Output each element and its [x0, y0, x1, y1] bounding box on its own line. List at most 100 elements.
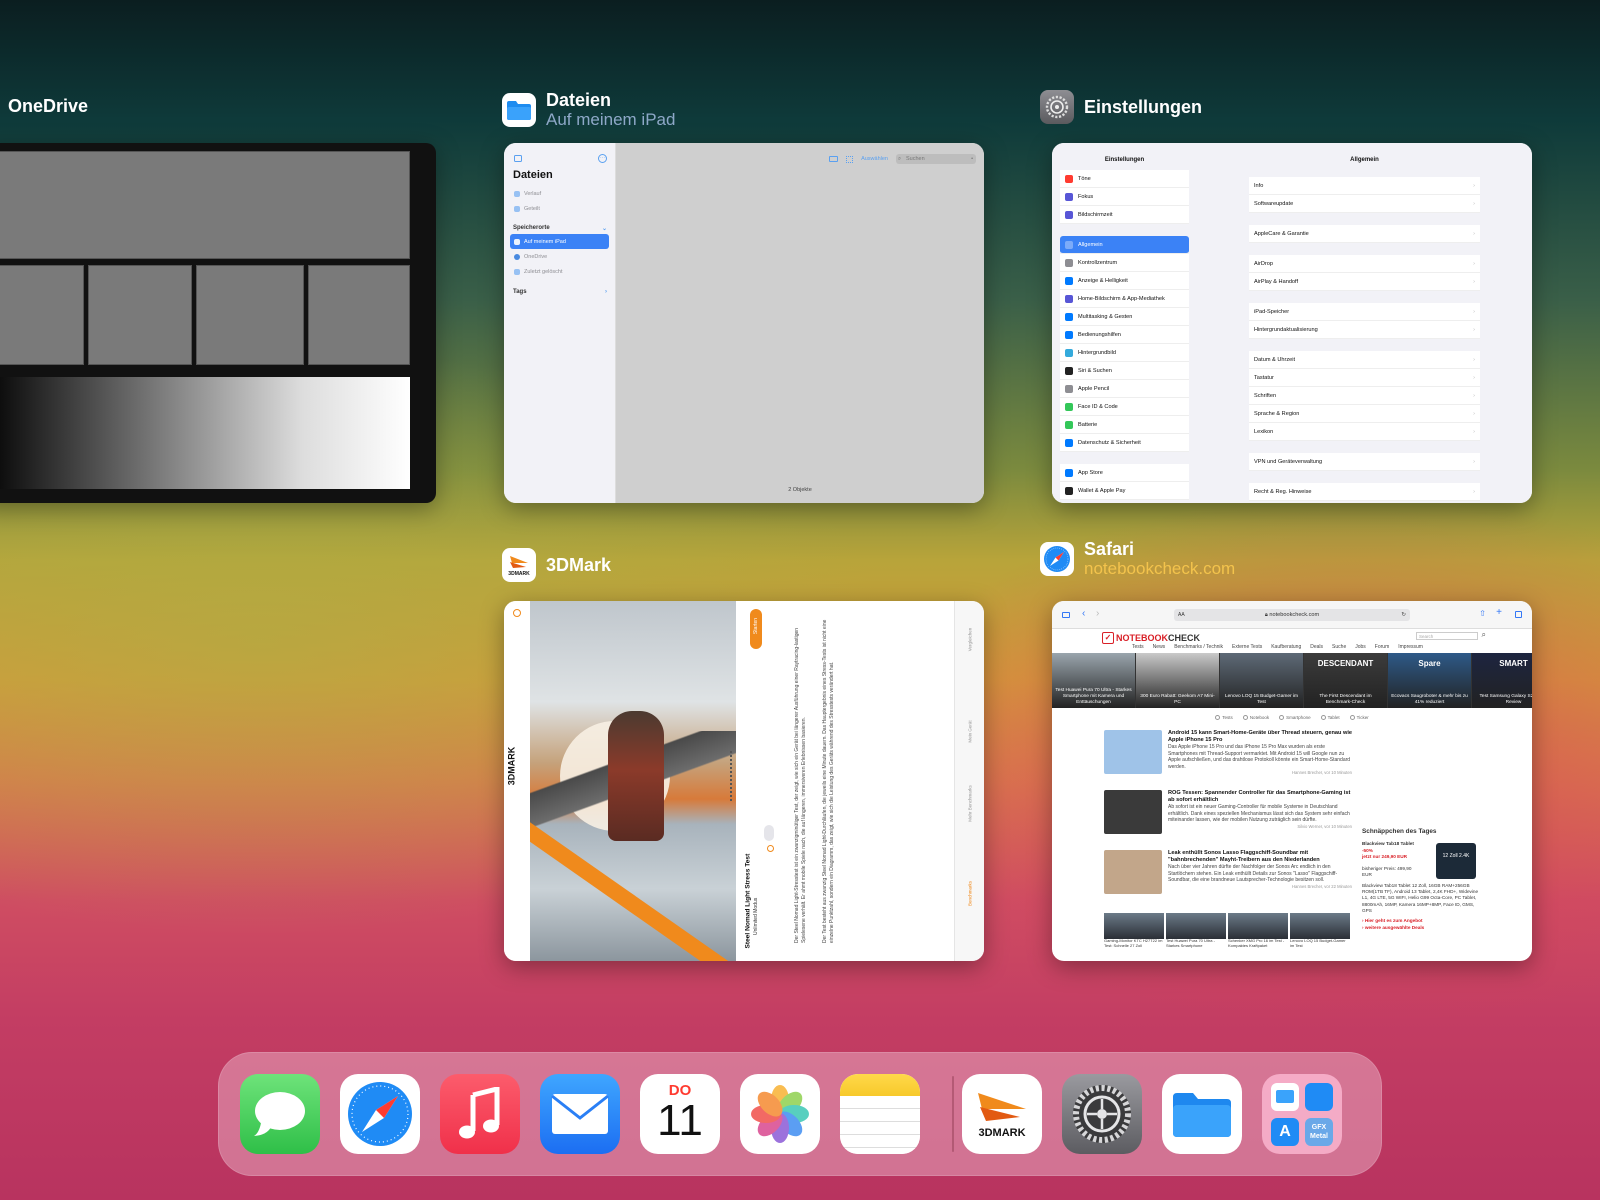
settings-sidebar-item[interactable]: Apple Pencil: [1060, 380, 1189, 398]
filter-checkbox[interactable]: Notebook: [1242, 714, 1269, 720]
article-title[interactable]: Android 15 kann Smart-Home-Geräte über T…: [1168, 730, 1352, 744]
settings-detail-item[interactable]: AppleCare & Garantie ›: [1249, 225, 1480, 243]
site-search-icon[interactable]: ⌕: [1482, 630, 1486, 640]
article-thumbnail[interactable]: [1104, 850, 1162, 894]
featured-thumb[interactable]: Test Huawei Pura 70 Ultra - Starkes Smar…: [1052, 653, 1135, 708]
settings-sidebar-item[interactable]: Siri & Suchen: [1060, 362, 1189, 380]
strip-article[interactable]: Lenovo LOQ 15 Budget-Gamer im Test: [1290, 913, 1350, 955]
filter-checkbox[interactable]: Smartphone: [1279, 714, 1311, 720]
strip-article[interactable]: Test Huawei Pura 70 Ultra - Starkes Smar…: [1166, 913, 1226, 955]
files-label[interactable]: Dateien Auf meinem iPad: [502, 90, 675, 130]
settings-sidebar-item[interactable]: Bildschirmzeit: [1060, 206, 1189, 224]
settings-sidebar-item[interactable]: Wallet & Apple Pay: [1060, 482, 1189, 500]
settings-sidebar-item[interactable]: Anzeige & Helligkeit: [1060, 272, 1189, 290]
mode-toggle[interactable]: [764, 825, 774, 841]
sidebar-item-shared[interactable]: Geteilt: [504, 201, 615, 216]
settings-sidebar-item[interactable]: Fokus: [1060, 188, 1189, 206]
back-arrow-icon[interactable]: ‹: [1082, 608, 1085, 619]
music-app[interactable]: [440, 1074, 520, 1154]
mail-app[interactable]: [540, 1074, 620, 1154]
site-nav-item[interactable]: Tests: [1132, 644, 1144, 650]
onedrive-label[interactable]: OneDrive: [8, 96, 88, 116]
featured-thumb[interactable]: 300 Euro Rabatt: Geekom A7 Mini-PC: [1136, 653, 1219, 708]
site-nav-item[interactable]: Jobs: [1355, 644, 1366, 650]
app-library[interactable]: A GFX Metal: [1262, 1074, 1342, 1154]
sidebar-toggle-icon[interactable]: [1062, 612, 1070, 618]
site-nav-item[interactable]: Suche: [1332, 644, 1346, 650]
view-options-icon[interactable]: [829, 156, 839, 162]
settings-app[interactable]: [1062, 1074, 1142, 1154]
messages-app[interactable]: [240, 1074, 320, 1154]
tab-more-benchmarks[interactable]: Mehr Benchmarks: [968, 783, 973, 825]
site-nav-item[interactable]: Externe Tests: [1232, 644, 1262, 650]
notes-app[interactable]: [840, 1074, 920, 1154]
info-icon[interactable]: [767, 845, 774, 852]
settings-sidebar-item[interactable]: Home-Bildschirm & App-Mediathek: [1060, 290, 1189, 308]
sidebar-item-recent[interactable]: Verlauf: [504, 186, 615, 201]
settings-detail-item[interactable]: Info ›: [1249, 177, 1480, 195]
featured-thumb[interactable]: Test Samsung Galaxy S24 Ultra Review SMAR…: [1472, 653, 1532, 708]
tab-benchmarks[interactable]: Benchmarks: [968, 873, 973, 915]
site-nav-item[interactable]: Benchmarks / Technik: [1174, 644, 1223, 650]
article-thumbnail[interactable]: [1104, 730, 1162, 774]
safari-label[interactable]: Safari notebookcheck.com: [1040, 539, 1235, 579]
calendar-app[interactable]: DO 11: [640, 1074, 720, 1154]
site-nav-item[interactable]: News: [1153, 644, 1166, 650]
filter-checkbox[interactable]: Tests: [1215, 714, 1233, 720]
settings-sidebar-item[interactable]: Batterie: [1060, 416, 1189, 434]
3dmark-app[interactable]: 3DMARK: [962, 1074, 1042, 1154]
sidebar-item-onedrive[interactable]: OneDrive: [504, 249, 615, 264]
settings-detail-item[interactable]: VPN und Geräteverwaltung ›: [1249, 453, 1480, 471]
mic-icon[interactable]: •: [971, 154, 973, 164]
news-article[interactable]: ROG Tessen: Spannender Controller für da…: [1104, 790, 1352, 850]
sidebar-toggle-icon[interactable]: [514, 155, 522, 162]
tags-header[interactable]: Tags ›: [504, 279, 615, 295]
settings-detail-item[interactable]: Lexikon ›: [1249, 423, 1480, 441]
site-nav-item[interactable]: Forum: [1375, 644, 1389, 650]
settings-sidebar-item[interactable]: Face ID & Code: [1060, 398, 1189, 416]
settings-sidebar-item[interactable]: Hintergrundbild: [1060, 344, 1189, 362]
strip-article[interactable]: Gaming-Monitor KTC H27T22 im Test: Schne…: [1104, 913, 1164, 955]
share-icon[interactable]: ⇧: [1479, 609, 1486, 618]
news-article[interactable]: Android 15 kann Smart-Home-Geräte über T…: [1104, 730, 1352, 790]
article-title[interactable]: ROG Tessen: Spannender Controller für da…: [1168, 790, 1352, 804]
filter-checkbox[interactable]: Tablet: [1320, 714, 1340, 720]
back-icon[interactable]: [513, 609, 521, 617]
news-article[interactable]: Leak enthüllt Sonos Lasso Flaggschiff-So…: [1104, 850, 1352, 910]
settings-sidebar-item[interactable]: App Store: [1060, 464, 1189, 482]
settings-detail-item[interactable]: Recht & Reg. Hinweise ›: [1249, 483, 1480, 501]
forward-arrow-icon[interactable]: ›: [1096, 608, 1099, 619]
settings-detail-item[interactable]: Softwareupdate ›: [1249, 195, 1480, 213]
new-tab-icon[interactable]: +: [1496, 607, 1502, 618]
url-bar[interactable]: AA 🔒︎ notebookcheck.com ↻: [1174, 609, 1410, 621]
3dmark-card[interactable]: 3DMARK Starten Steel Nomad Light Stress …: [504, 601, 984, 961]
site-search-input[interactable]: Search: [1416, 632, 1478, 640]
photos-app[interactable]: [740, 1074, 820, 1154]
settings-sidebar-item[interactable]: Bedienungshilfen: [1060, 326, 1189, 344]
tabs-icon[interactable]: [1515, 611, 1522, 618]
filter-checkbox[interactable]: Ticker: [1349, 714, 1369, 720]
settings-detail-item[interactable]: AirPlay & Handoff ›: [1249, 273, 1480, 291]
mark-label[interactable]: 3DMARK 3DMark: [502, 548, 611, 582]
site-nav-item[interactable]: Deals: [1310, 644, 1323, 650]
settings-detail-item[interactable]: Tastatur ›: [1249, 369, 1480, 387]
select-button[interactable]: Auswählen: [861, 156, 888, 162]
safari-card[interactable]: ‹ › AA 🔒︎ notebookcheck.com ↻ ⇧ + ✓ NOTE…: [1052, 601, 1532, 961]
reload-icon[interactable]: ↻: [1401, 609, 1406, 621]
settings-detail-item[interactable]: Hintergrundaktualisierung ›: [1249, 321, 1480, 339]
featured-thumb[interactable]: The First Descendant im Benchmark-Check D…: [1304, 653, 1387, 708]
settings-sidebar-item[interactable]: Multitasking & Gesten: [1060, 308, 1189, 326]
search-input[interactable]: ⌕ Suchen •: [896, 154, 976, 164]
settings-label[interactable]: Einstellungen: [1040, 90, 1202, 124]
safari-app[interactable]: [340, 1074, 420, 1154]
locations-header[interactable]: Speicherorte ⌄: [504, 216, 615, 234]
strip-article[interactable]: Schenker XMG Pro 16 im Test - Kompaktes …: [1228, 913, 1288, 955]
files-app[interactable]: [1162, 1074, 1242, 1154]
settings-sidebar-item[interactable]: Datenschutz & Sicherheit: [1060, 434, 1189, 452]
deal-image[interactable]: 12 Zoll 2.4K: [1436, 843, 1476, 879]
onedrive-card[interactable]: [0, 143, 436, 503]
settings-sidebar-item[interactable]: Töne: [1060, 170, 1189, 188]
settings-detail-item[interactable]: Sprache & Region ›: [1249, 405, 1480, 423]
tab-my-device[interactable]: Mein Gerät: [968, 711, 973, 753]
featured-thumb[interactable]: Ecovacs Saugroboter & mehr bis zu 41% re…: [1388, 653, 1471, 708]
